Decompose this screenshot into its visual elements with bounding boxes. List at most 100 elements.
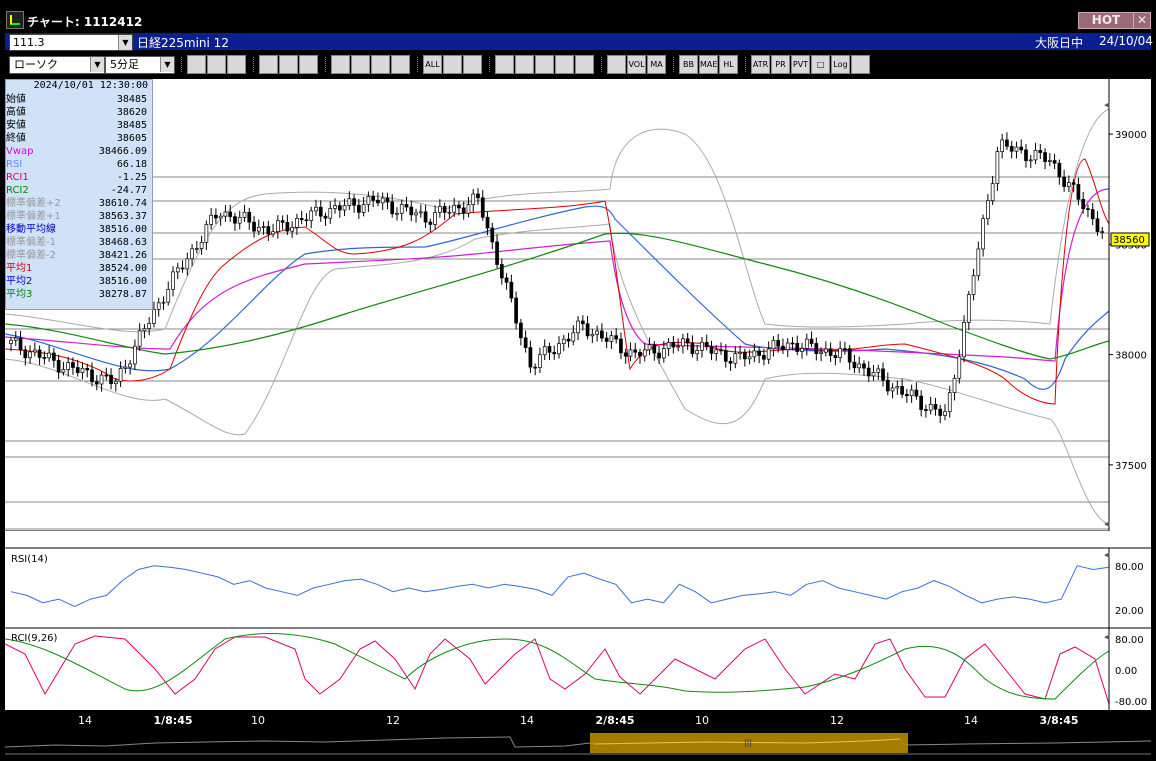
- pvt-icon[interactable]: PVT: [791, 55, 810, 74]
- info-value: -24.77: [110, 185, 147, 196]
- info-label: 平均3: [6, 289, 33, 300]
- wrench-icon[interactable]: [575, 55, 594, 74]
- price-panel: [5, 79, 1109, 531]
- info-row: 移動平均線 38516.00: [6, 223, 150, 236]
- time-tick-label: 14: [520, 714, 534, 727]
- info-value: 38466.09: [98, 146, 147, 157]
- navigator-svg[interactable]: |||: [4, 733, 1152, 757]
- info-label: 始値: [6, 94, 26, 105]
- chart-svg[interactable]: 39000385003800037500 38560 ◀ ◀ RSI(14) 8…: [4, 79, 1151, 710]
- rsi-line: [10, 565, 1110, 608]
- color-icon[interactable]: [607, 55, 626, 74]
- panel-spacer: [5, 531, 1151, 548]
- info-value: 38605: [116, 133, 147, 144]
- chart-app-icon: [6, 11, 24, 29]
- info-row: 平均3 38278.87: [6, 288, 150, 301]
- data-info-panel: 2024/10/01 12:30:00 始値 38485 高値 38620 安値 3848…: [5, 79, 153, 310]
- info-label: 平均2: [6, 276, 33, 287]
- bb-icon[interactable]: BB: [679, 55, 698, 74]
- info-label: 移動平均線: [6, 224, 56, 235]
- atr-icon[interactable]: ATR: [751, 55, 770, 74]
- info-label: Vwap: [6, 146, 34, 157]
- trash-icon[interactable]: [351, 55, 370, 74]
- hl-icon[interactable]: HL: [719, 55, 738, 74]
- all-icon[interactable]: ALL: [423, 55, 442, 74]
- candle-a-icon[interactable]: [371, 55, 390, 74]
- toolbar-separator: [601, 57, 604, 72]
- mae-icon[interactable]: MAE: [699, 55, 718, 74]
- info-label: 標準偏差+1: [6, 211, 61, 222]
- pr-icon[interactable]: PR: [771, 55, 790, 74]
- info-label: 終値: [6, 133, 26, 144]
- info-label: 高値: [6, 107, 26, 118]
- blank-icon[interactable]: [535, 55, 554, 74]
- scroll-icon[interactable]: ◀: [1104, 633, 1110, 641]
- candle-b-icon[interactable]: [391, 55, 410, 74]
- info-row: 標準偏差+2 38610.74: [6, 197, 150, 210]
- info-value: 38485: [116, 94, 147, 105]
- line-icon[interactable]: [259, 55, 278, 74]
- last-price-label: 38560: [1113, 235, 1145, 246]
- settings-icon[interactable]: [555, 55, 574, 74]
- rsi-axis-ticks: 80.00 20.00: [1115, 562, 1144, 617]
- symbol-code-combo[interactable]: 111.3 ▼: [9, 34, 133, 51]
- info-value: 38620: [116, 107, 147, 118]
- rci1-line: [4, 635, 1110, 705]
- info-row: RSI 66.18: [6, 158, 150, 171]
- hot-button[interactable]: HOT: [1078, 12, 1134, 29]
- undo-icon[interactable]: [299, 55, 318, 74]
- scroll-down-icon[interactable]: ◀: [1104, 520, 1110, 528]
- info-value: 38485: [116, 120, 147, 131]
- info-label: 標準偏差-1: [6, 237, 56, 248]
- export-icon[interactable]: [851, 55, 870, 74]
- pointer-icon[interactable]: [279, 55, 298, 74]
- close-button[interactable]: ✕: [1133, 12, 1151, 29]
- box-icon[interactable]: □: [811, 55, 830, 74]
- price-tick-label: 39000: [1115, 130, 1147, 141]
- navigator-bar[interactable]: |||: [4, 733, 1152, 757]
- arrow-icon[interactable]: [515, 55, 534, 74]
- toolbar-separator: [417, 57, 420, 72]
- chevron-down-icon[interactable]: ▼: [160, 57, 174, 72]
- chevron-down-icon[interactable]: ▼: [90, 57, 104, 72]
- bar-icon[interactable]: [495, 55, 514, 74]
- symbol-name: 日経225mini 12: [137, 36, 229, 50]
- info-value: 38524.00: [98, 263, 147, 274]
- toolbar: ローソク ▼ 5分足 ▼ ALL VOL MA BB MAE HL ATR PR PVT □ Log: [5, 52, 1151, 77]
- info-value: -1.25: [116, 172, 147, 183]
- zoom-icon[interactable]: [187, 55, 206, 74]
- vol-icon[interactable]: VOL: [627, 55, 646, 74]
- scroll-up-icon[interactable]: ◀: [1104, 101, 1110, 109]
- toolbar-separator: [325, 57, 328, 72]
- exchange-label: 大阪日中: [1035, 36, 1084, 50]
- log-icon[interactable]: Log: [831, 55, 850, 74]
- time-axis: 14 1/8:45 10 12 14 2/8:45 10 12 14 3/8:45: [5, 710, 1151, 732]
- interval-value: 5分足: [110, 58, 139, 71]
- toolbar-separator: [489, 57, 492, 72]
- ma-icon[interactable]: MA: [647, 55, 666, 74]
- dog-icon[interactable]: [443, 55, 462, 74]
- rci-axis-ticks: 80.00 0.00 -80.00: [1115, 635, 1147, 708]
- rsi-tick-label: 80.00: [1115, 562, 1144, 573]
- info-label: 標準偏差-2: [6, 250, 56, 261]
- info-label: 標準偏差+2: [6, 198, 61, 209]
- scroll-icon[interactable]: ◀: [1104, 551, 1110, 559]
- search-icon[interactable]: [463, 55, 482, 74]
- range-icon[interactable]: [207, 55, 226, 74]
- chart-type-select[interactable]: ローソク ▼: [9, 56, 105, 74]
- info-row: 標準偏差-2 38421.26: [6, 249, 150, 262]
- time-tick-label: 14: [964, 714, 978, 727]
- interval-select[interactable]: 5分足 ▼: [105, 56, 175, 74]
- info-row: 高値 38620: [6, 106, 150, 119]
- toolbar-separator: [253, 57, 256, 72]
- time-tick-label: 14: [78, 714, 92, 727]
- symbol-bar: 111.3 ▼ 日経225mini 12 大阪日中 24/10/04: [5, 33, 1153, 51]
- sheet-icon[interactable]: [331, 55, 350, 74]
- chevron-down-icon[interactable]: ▼: [118, 35, 132, 50]
- pencil-icon[interactable]: [227, 55, 246, 74]
- info-label: 安値: [6, 120, 26, 131]
- chart-area[interactable]: 39000385003800037500 38560 ◀ ◀ RSI(14) 8…: [4, 79, 1151, 710]
- grip-icon[interactable]: |||: [744, 738, 752, 747]
- info-row: 安値 38485: [6, 119, 150, 132]
- rci-tick-label: -80.00: [1115, 697, 1147, 708]
